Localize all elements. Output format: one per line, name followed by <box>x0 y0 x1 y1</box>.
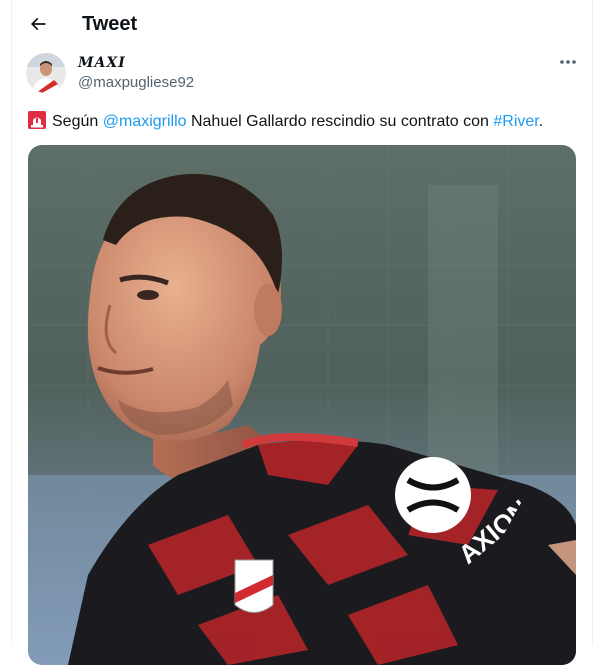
tweet-text-part: Según <box>52 113 103 130</box>
tweet-text-part: . <box>538 113 544 130</box>
author-handle[interactable]: @maxpugliese92 <box>78 74 194 92</box>
arrow-left-icon <box>30 17 46 31</box>
page-title: Tweet <box>82 13 138 35</box>
player-photo: AXION <box>28 145 576 665</box>
more-options-button[interactable] <box>552 52 584 72</box>
rotating-light-icon <box>28 111 46 135</box>
hashtag-link[interactable]: #River <box>493 113 538 130</box>
tweet-text: Según @maxigrillo Nahuel Gallardo rescin… <box>28 111 588 135</box>
avatar[interactable] <box>26 53 66 93</box>
back-button[interactable] <box>22 8 54 40</box>
author-name[interactable]: MAXI <box>78 54 126 72</box>
tweet-text-part: Nahuel Gallardo rescindio su contrato co… <box>186 113 494 130</box>
more-icon <box>560 60 576 64</box>
tweet-header: Tweet <box>0 0 600 48</box>
mention-link[interactable]: @maxigrillo <box>103 113 187 130</box>
tweet-media-image[interactable]: AXION <box>28 145 576 665</box>
